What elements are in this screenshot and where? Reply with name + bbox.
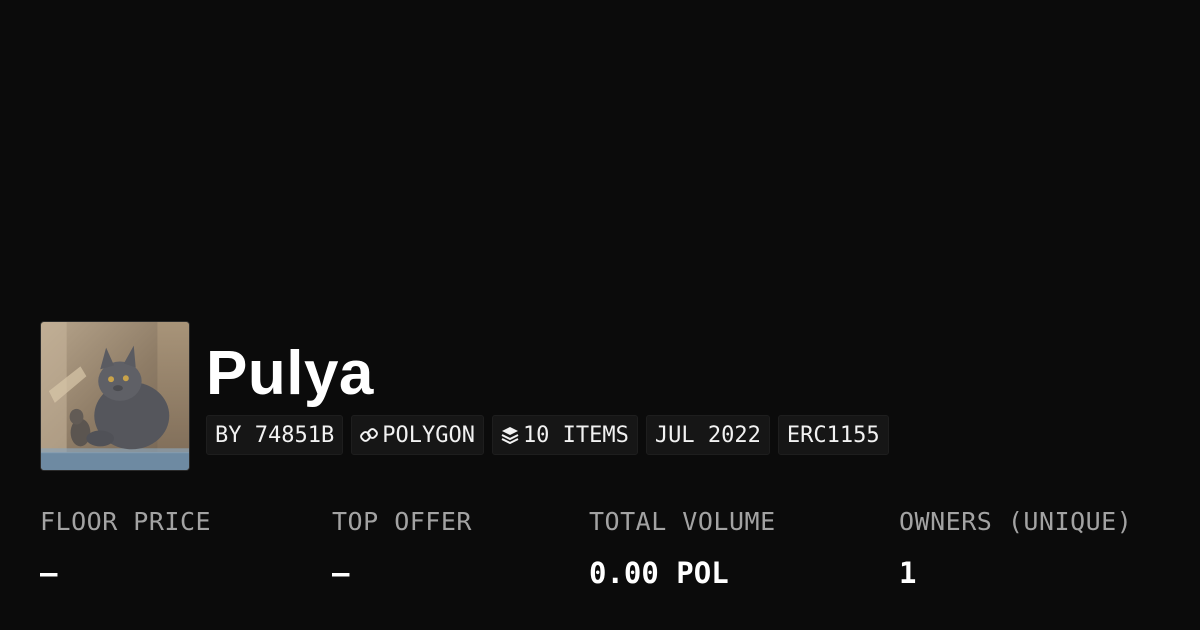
cat-image	[41, 322, 189, 470]
stat-label: TOTAL VOLUME	[589, 507, 776, 536]
stat-owners: OWNERS (UNIQUE) 1	[899, 505, 1132, 591]
layers-icon	[501, 426, 519, 444]
stat-label: TOP OFFER	[332, 507, 472, 536]
stat-value: –	[332, 556, 350, 590]
date-chip-label: JUL 2022	[654, 422, 761, 448]
chain-chip-label: POLYGON	[382, 422, 475, 448]
stat-floor-price: FLOOR PRICE –	[40, 505, 211, 591]
date-chip: JUL 2022	[645, 415, 770, 455]
items-chip[interactable]: 10 ITEMS	[491, 415, 638, 455]
items-chip-label: 10 ITEMS	[522, 422, 629, 448]
collection-avatar	[40, 321, 190, 471]
stat-value: –	[40, 556, 58, 590]
stat-total-volume: TOTAL VOLUME 0.00 POL	[589, 505, 776, 591]
creator-chip-label: BY 74851B	[215, 422, 335, 448]
stat-top-offer: TOP OFFER –	[332, 505, 472, 591]
standard-chip: ERC1155	[777, 415, 889, 455]
stat-value: 0.00 POL	[589, 556, 729, 590]
stat-label: OWNERS (UNIQUE)	[899, 507, 1133, 536]
chain-chip[interactable]: POLYGON	[351, 415, 484, 455]
stat-value: 1	[899, 556, 917, 590]
creator-chip[interactable]: BY 74851B	[206, 415, 344, 455]
chain-link-icon	[360, 426, 379, 444]
stat-label: FLOOR PRICE	[40, 507, 212, 536]
standard-chip-label: ERC1155	[786, 422, 880, 448]
collection-meta-chips: BY 74851B POLYGON 10 ITEMS JUL 2022 ERC1…	[206, 415, 889, 455]
collection-title: Pulya	[206, 339, 374, 408]
